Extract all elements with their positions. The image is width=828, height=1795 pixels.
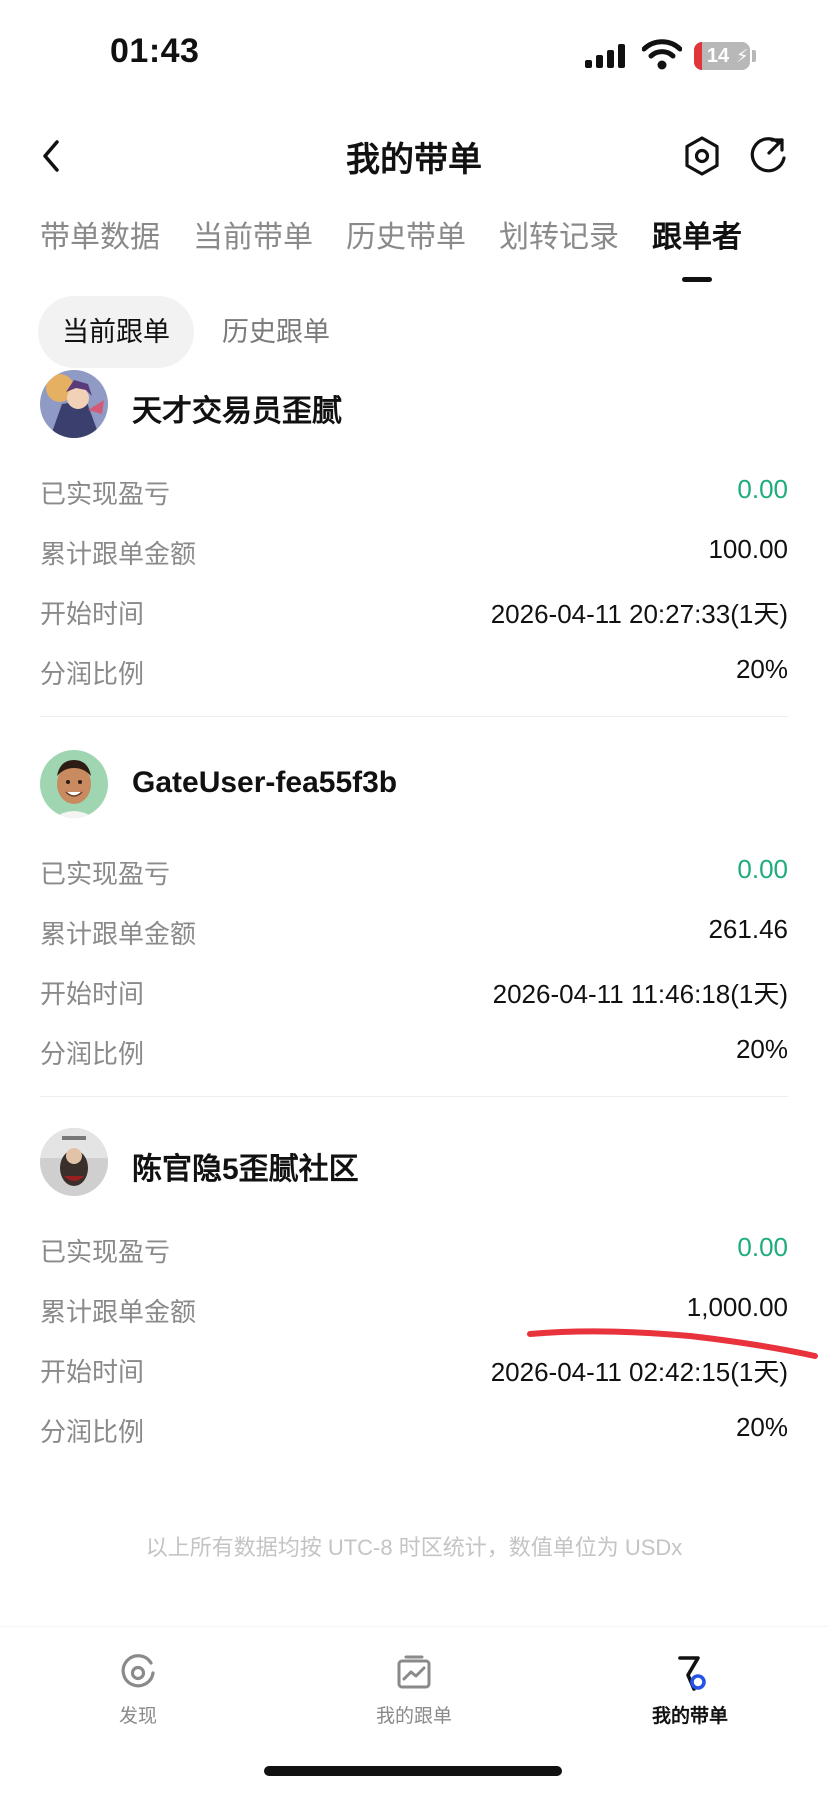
avatar	[40, 370, 108, 438]
nav-label: 我的带单	[651, 1706, 728, 1727]
nav-label: 我的跟单	[375, 1706, 452, 1727]
follower-card[interactable]: 天才交易员歪腻 已实现盈亏 0.00 累计跟单金额 100.00 开始时间 20…	[40, 370, 788, 689]
share-icon[interactable]	[742, 130, 794, 182]
nav-discover[interactable]: 发现	[58, 1653, 218, 1728]
stat-label: 开始时间	[40, 979, 145, 1009]
tab-current-lead[interactable]: 当前带单	[193, 212, 313, 282]
main-tabs: 带单数据 当前带单 历史带单 划转记录 跟单者	[40, 212, 818, 282]
discover-icon	[121, 1654, 155, 1688]
follower-stats: 已实现盈亏 0.00 累计跟单金额 261.46 开始时间 2026-04-11…	[40, 840, 788, 1080]
total-follow-amount-value: 1,000.00	[686, 1292, 788, 1322]
stat-label: 累计跟单金额	[40, 1297, 197, 1327]
profit-share-value: 20%	[735, 654, 788, 684]
stat-row: 开始时间 2026-04-11 20:27:33(1天)	[40, 580, 788, 640]
cellular-signal-icon	[585, 44, 629, 68]
profit-share-value: 20%	[735, 1412, 788, 1442]
stat-row: 累计跟单金额 261.46	[40, 900, 788, 960]
stat-row: 累计跟单金额 1,000.00	[40, 1278, 788, 1338]
stat-label: 已实现盈亏	[40, 1237, 171, 1267]
start-time-value: 2026-04-11 02:42:15(1天)	[490, 1357, 788, 1387]
follower-stats: 已实现盈亏 0.00 累计跟单金额 1,000.00 开始时间 2026-04-…	[40, 1218, 788, 1458]
start-time-value: 2026-04-11 11:46:18(1天)	[492, 979, 788, 1009]
timezone-footnote: 以上所有数据均按 UTC-8 时区统计，数值单位为 USDx	[145, 1535, 683, 1560]
follower-header: 天才交易员歪腻	[40, 370, 788, 442]
battery-cap	[752, 50, 756, 62]
my-lead-trading-screen: 01:43 14 ⚡ 我的带单 带单数据 当前带单 历史带单 划转记录 跟单者 …	[0, 0, 828, 1795]
stat-row: 分润比例 20%	[40, 1020, 788, 1080]
profit-share-value: 20%	[735, 1034, 788, 1064]
stat-row: 累计跟单金额 100.00	[40, 520, 788, 580]
stat-label: 累计跟单金额	[40, 539, 197, 569]
chart-icon	[397, 1655, 431, 1689]
subtab-current-follow[interactable]: 当前跟单	[38, 296, 194, 368]
stat-row: 开始时间 2026-04-11 11:46:18(1天)	[40, 960, 788, 1020]
stat-row: 已实现盈亏 0.00	[40, 840, 788, 900]
realized-pnl-value: 0.00	[737, 854, 788, 884]
bottom-nav: 发现 我的跟单 我的带单	[0, 1626, 828, 1746]
stat-label: 已实现盈亏	[40, 479, 171, 509]
status-time: 01:43	[110, 32, 200, 70]
tab-followers[interactable]: 跟单者	[652, 212, 742, 282]
stat-label: 开始时间	[40, 1357, 145, 1387]
status-bar: 01:43 14 ⚡	[0, 0, 828, 110]
follower-card[interactable]: 陈官隐5歪腻社区 已实现盈亏 0.00 累计跟单金额 1,000.00 开始时间…	[40, 1128, 788, 1447]
stat-label: 分润比例	[40, 1039, 145, 1069]
follower-name: 陈官隐5歪腻社区	[132, 1153, 359, 1186]
total-follow-amount-value: 100.00	[708, 534, 788, 564]
battery-icon: 14 ⚡	[694, 42, 750, 70]
lead-trading-icon	[678, 1656, 706, 1691]
follower-header: GateUser-fea55f3b	[40, 750, 788, 822]
nav-my-follow[interactable]: 我的跟单	[334, 1653, 494, 1728]
nav-my-lead[interactable]: 我的带单	[610, 1653, 770, 1728]
follower-card[interactable]: GateUser-fea55f3b 已实现盈亏 0.00 累计跟单金额 261.…	[40, 750, 788, 1069]
tab-transfer-records[interactable]: 划转记录	[499, 212, 619, 282]
follower-stats: 已实现盈亏 0.00 累计跟单金额 100.00 开始时间 2026-04-11…	[40, 460, 788, 700]
sub-tabs: 当前跟单 历史跟单	[38, 296, 354, 368]
follower-name: 天才交易员歪腻	[132, 395, 342, 428]
stat-row: 分润比例 20%	[40, 640, 788, 700]
avatar	[40, 750, 108, 818]
battery-level: 14	[706, 44, 730, 67]
stat-label: 已实现盈亏	[40, 859, 171, 889]
home-indicator	[264, 1766, 562, 1776]
total-follow-amount-value: 261.46	[708, 914, 788, 944]
nav-label: 发现	[118, 1706, 157, 1727]
follower-header: 陈官隐5歪腻社区	[40, 1128, 788, 1200]
realized-pnl-value: 0.00	[737, 474, 788, 504]
tab-lead-data[interactable]: 带单数据	[40, 212, 160, 282]
settings-hexagon-icon[interactable]	[676, 130, 728, 182]
follower-name: GateUser-fea55f3b	[132, 766, 398, 799]
card-divider	[40, 716, 788, 717]
stat-row: 已实现盈亏 0.00	[40, 1218, 788, 1278]
stat-label: 开始时间	[40, 599, 145, 629]
nav-header: 我的带单	[0, 120, 828, 192]
start-time-value: 2026-04-11 20:27:33(1天)	[490, 599, 788, 629]
stat-label: 分润比例	[40, 659, 145, 689]
stat-label: 累计跟单金额	[40, 919, 197, 949]
stat-row: 已实现盈亏 0.00	[40, 460, 788, 520]
wifi-icon	[642, 39, 682, 70]
realized-pnl-value: 0.00	[737, 1232, 788, 1262]
avatar	[40, 1128, 108, 1196]
card-divider	[40, 1096, 788, 1097]
subtab-history-follow[interactable]: 历史跟单	[198, 296, 354, 368]
stat-label: 分润比例	[40, 1417, 145, 1447]
stat-row: 开始时间 2026-04-11 02:42:15(1天)	[40, 1338, 788, 1398]
tab-history-lead[interactable]: 历史带单	[346, 212, 466, 282]
stat-row: 分润比例 20%	[40, 1398, 788, 1458]
